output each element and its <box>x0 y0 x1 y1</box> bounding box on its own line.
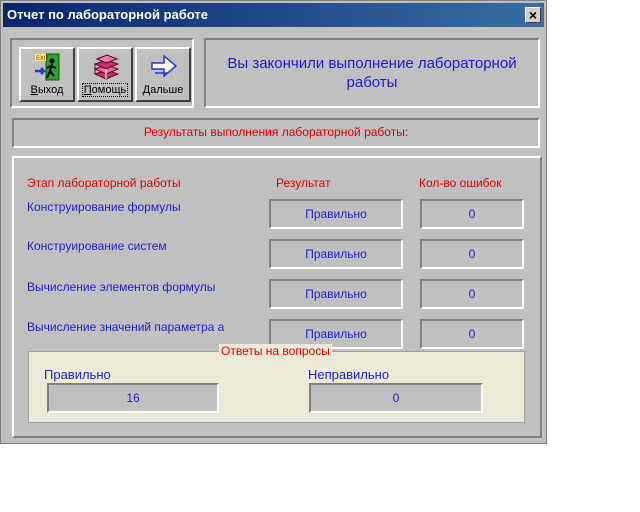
completion-message: Вы закончили выполнение лабораторной раб… <box>227 55 517 91</box>
next-button[interactable]: Дальше <box>135 47 191 102</box>
errors-field: 0 <box>420 319 524 349</box>
correct-answers-field: 16 <box>47 383 219 413</box>
help-label: омощь <box>91 84 127 96</box>
incorrect-answers-label: Неправильно <box>308 367 390 382</box>
right-arrow-icon <box>151 54 178 78</box>
errors-column-header: Кол-во ошибок <box>419 176 502 190</box>
close-button[interactable]: × <box>525 7 541 23</box>
toolbar: EXIT Выход Помощь Дальше <box>10 38 194 108</box>
exit-label: ыход <box>37 84 64 96</box>
errors-field: 0 <box>420 239 524 269</box>
next-label: альше <box>150 84 184 96</box>
books-icon <box>93 54 120 80</box>
exit-label-underlined: В <box>30 84 38 96</box>
result-field: Правильно <box>269 239 403 269</box>
stage-label: Вычисление элементов формулы <box>27 280 216 294</box>
window-title: Отчет по лабораторной работе <box>7 7 208 22</box>
stage-label: Вычисление значений параметра a <box>27 320 225 334</box>
stage-label: Конструирование формулы <box>27 200 181 214</box>
stage-label: Конструирование систем <box>27 239 167 253</box>
errors-field: 0 <box>420 199 524 229</box>
results-header-panel: Результаты выполнения лабораторной работ… <box>12 118 540 148</box>
next-label-underlined: Д <box>142 84 151 96</box>
svg-text:EXIT: EXIT <box>36 55 50 62</box>
title-bar: Отчет по лабораторной работе × <box>3 3 544 27</box>
help-button[interactable]: Помощь <box>77 47 133 102</box>
answers-legend: Ответы на вопросы <box>219 344 332 358</box>
result-field: Правильно <box>269 199 403 229</box>
exit-door-icon: EXIT <box>35 53 60 81</box>
result-column-header: Результат <box>276 176 331 190</box>
results-header-label: Результаты выполнения лабораторной работ… <box>143 125 409 139</box>
help-label-underlined: П <box>83 84 92 96</box>
answers-groupbox: Ответы на вопросы Правильно 16 Неправиль… <box>28 344 525 423</box>
message-panel: Вы закончили выполнение лабораторной раб… <box>204 38 540 108</box>
result-field: Правильно <box>269 279 403 309</box>
stage-column-header: Этап лабораторной работы <box>27 176 181 190</box>
exit-button[interactable]: EXIT Выход <box>19 47 75 102</box>
incorrect-answers-field: 0 <box>309 383 483 413</box>
correct-answers-label: Правильно <box>44 367 111 382</box>
errors-field: 0 <box>420 279 524 309</box>
report-window: Отчет по лабораторной работе × EXIT Выхо… <box>0 0 547 444</box>
